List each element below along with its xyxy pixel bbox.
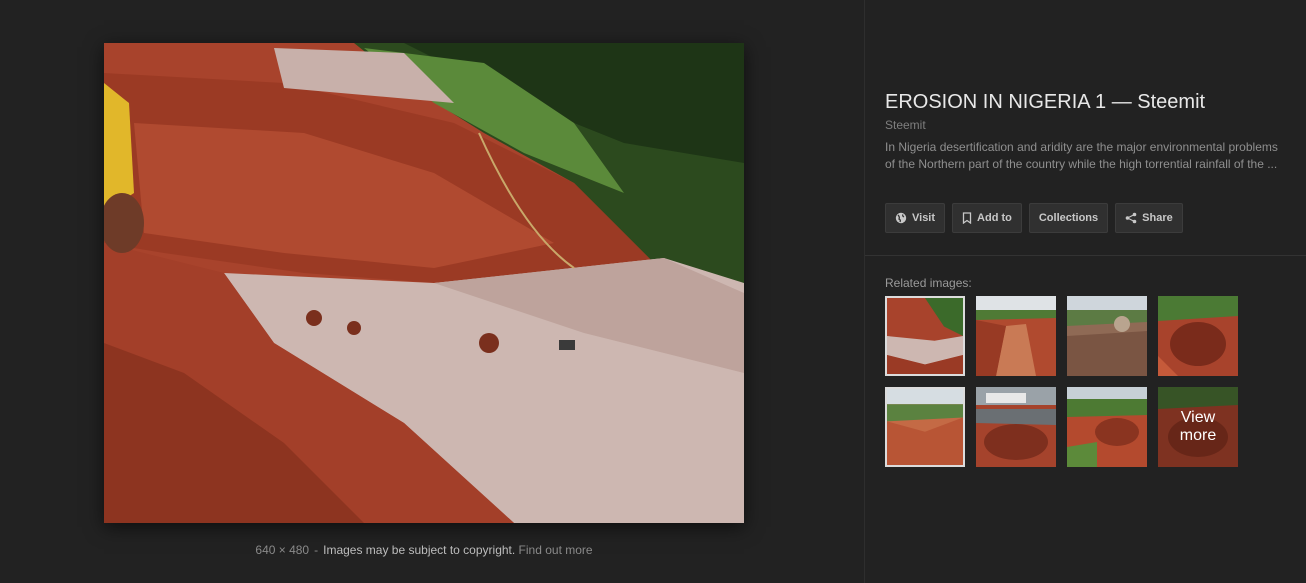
related-images-label: Related images: bbox=[885, 276, 972, 290]
view-more-line2: more bbox=[1179, 427, 1217, 444]
section-divider bbox=[865, 255, 1306, 256]
meta-separator: - bbox=[314, 543, 319, 557]
related-image-thumbnail[interactable] bbox=[1158, 296, 1238, 376]
visit-button[interactable]: Visit bbox=[885, 203, 946, 233]
visit-label: Visit bbox=[912, 212, 936, 224]
share-icon bbox=[1125, 212, 1137, 224]
globe-icon bbox=[895, 212, 907, 224]
action-buttons: Visit Add to Collections Share bbox=[885, 203, 1183, 233]
image-description: In Nigeria desertification and aridity a… bbox=[885, 140, 1278, 171]
share-label: Share bbox=[1142, 212, 1173, 224]
view-more-label: View more bbox=[1158, 387, 1238, 467]
related-image-thumbnail[interactable] bbox=[885, 387, 965, 467]
image-title[interactable]: EROSION IN NIGERIA 1 — Steemit bbox=[885, 91, 1205, 114]
view-more-tile[interactable]: View more bbox=[1158, 387, 1238, 467]
panel-divider bbox=[864, 0, 865, 583]
erosion-photo bbox=[104, 43, 744, 523]
related-image-thumbnail[interactable] bbox=[976, 296, 1056, 376]
share-button[interactable]: Share bbox=[1115, 203, 1183, 233]
find-out-more-link[interactable]: Find out more bbox=[519, 543, 593, 557]
image-dimensions: 640 × 480 bbox=[255, 543, 310, 557]
image-meta-line: 640 × 480- Images may be subject to copyr… bbox=[0, 543, 848, 557]
related-image-thumbnail[interactable] bbox=[885, 296, 965, 376]
copyright-notice: Images may be subject to copyright. bbox=[323, 543, 516, 557]
related-image-thumbnail[interactable] bbox=[1067, 387, 1147, 467]
view-more-line1: View bbox=[1180, 409, 1216, 426]
add-to-label: Add to bbox=[977, 212, 1012, 224]
main-image[interactable] bbox=[104, 43, 744, 523]
image-source[interactable]: Steemit bbox=[885, 118, 926, 132]
related-images-grid: View more bbox=[885, 296, 1238, 467]
collections-button[interactable]: Collections bbox=[1028, 203, 1109, 233]
add-to-button[interactable]: Add to bbox=[952, 203, 1022, 233]
collections-label: Collections bbox=[1038, 212, 1099, 224]
related-image-thumbnail[interactable] bbox=[976, 387, 1056, 467]
related-image-thumbnail[interactable] bbox=[1067, 296, 1147, 376]
bookmark-icon bbox=[962, 212, 972, 224]
